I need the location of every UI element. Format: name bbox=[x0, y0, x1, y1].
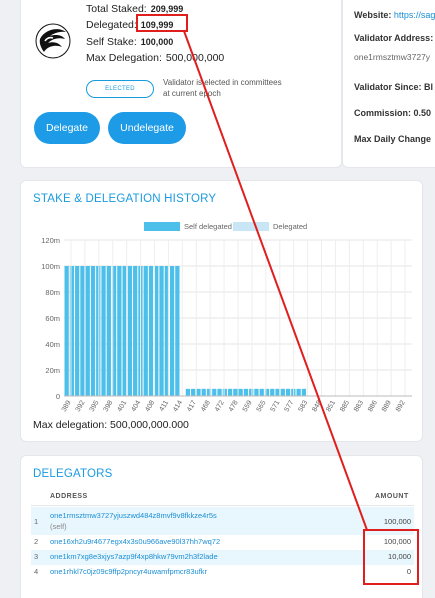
annotation-arrow-line bbox=[183, 30, 368, 531]
annotation-overlay bbox=[183, 30, 368, 531]
